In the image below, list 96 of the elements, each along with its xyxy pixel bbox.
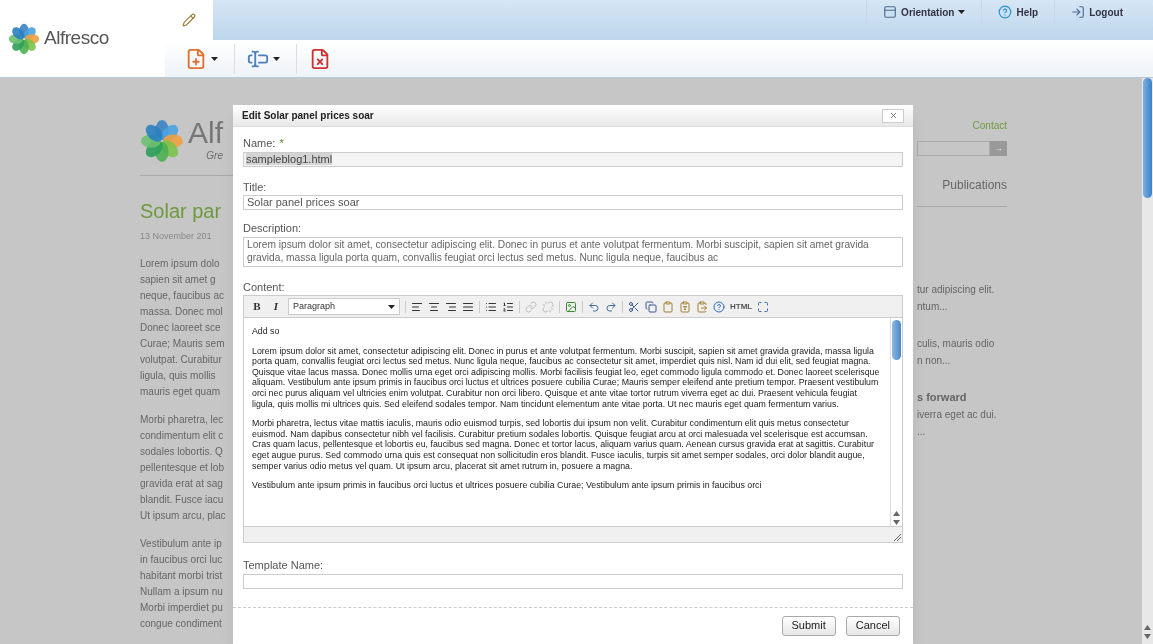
name-field[interactable]: sampleblog1.html	[243, 151, 903, 167]
post-text-line: Morbi imperdiet pu	[140, 600, 224, 615]
scrollbar[interactable]	[1142, 78, 1153, 644]
description-field[interactable]: Lorem ipsum dolor sit amet, consectetur adipiscing elit. Donec in purus et ante volutpat fermentum. Morbi suscipit, sapien sit amet gravida gravida, massa ligula porta quam, convallis feugiat orci lectus sed metus. Nunc ligula neque, faucibus ac	[243, 236, 903, 267]
caret-icon	[273, 56, 280, 61]
editor-paragraph: Vestibulum ante ipsum primis in faucibus orci luctus et ultrices posuere cubilia Curae; Vestibulum ante ipsum primis in faucibus orci	[252, 480, 763, 491]
editor-paragraph: Morbi pharetra, lectus vitae mattis iaculis, mauris odio euismod turpis, sed lobortis dui ipsum non velit. Curabitur condimentum elit quis metus consectetur euismod. Nam dapibus consectetur nibh vel facilisis. Curabitur pretium sodales lobortis. Quisque feugiat arcu at orci malesuada vel scelerisque est accumsan. Cras quam lacus, pellentesque et lobortis eu, faucibus sed magna. Donec et tortor lacus, aliquam varius quam. Aenean cursus gravida erat at sagittis. Curabitur eget augue purus. Sed commodo urna quis est consequat non sollicitudin eros blandit. Fusce iaculis, turpis sit amet semper sodales, orci dolor blandit augue, semper varius odio metus vel quam. Ut ipsum arcu, placerat sit amet rutrum in, posuere a magna.	[252, 418, 875, 472]
scrollbar-thumb[interactable]	[892, 320, 901, 360]
site-tagline: Gre	[206, 149, 223, 163]
scroll-arrows-icon[interactable]	[893, 510, 900, 526]
copy-icon[interactable]	[645, 300, 657, 313]
post-text-line: condimentum elit c	[140, 428, 225, 443]
post-text-line: Vestibulum ante ip	[140, 536, 223, 551]
help-icon[interactable]	[713, 300, 725, 313]
site-search-field[interactable]	[917, 141, 990, 156]
excerpt-text-line: culis, mauris odio	[917, 337, 996, 351]
post-text-line: Ut ipsum arcu, plac	[140, 508, 227, 523]
excerpt-text-line: s forward	[917, 390, 968, 405]
paste-word-icon[interactable]	[696, 300, 708, 313]
post-text-line: pellentesque et lob	[140, 460, 225, 475]
post-text-line: ligula, quis mollis	[140, 368, 217, 383]
post-text-line: Donec laoreet sce	[140, 320, 222, 335]
post-text-line: habitant morbi trist	[140, 568, 224, 583]
header-link[interactable]: Help	[981, 0, 1055, 24]
nav-link[interactable]: Publications	[942, 176, 1007, 194]
align-left-icon[interactable]	[411, 300, 423, 313]
new-page-icon	[185, 47, 207, 70]
cut-icon[interactable]	[628, 300, 640, 313]
italic-button[interactable]: I	[269, 298, 283, 315]
logout-icon	[1071, 5, 1086, 19]
submit-button[interactable]: Submit	[781, 615, 836, 636]
help-icon	[998, 5, 1013, 19]
post-text-line: Curae; Mauris sem	[140, 336, 226, 351]
bullet-list-icon[interactable]	[485, 300, 497, 313]
post-text-line: neque, faucibus ac	[140, 288, 225, 303]
post-text-line: mauris eget quam	[140, 384, 222, 399]
editor-paragraph: Lorem ipsum dolor sit amet, consectetur adipiscing elit. Donec in purus et ante volutpat fermentum. Morbi suscipit, sapien sit amet gravida gravida, massa ligula porta quam, convallis feugiat orci lectus sed metus. Nunc ligula neque, faucibus ac consectetur sit amet, imperdiet quis nisl. Nam id dui elit, sed feugiat magna. Quisque vitae lacus massa. Donec mollis urna eget orci adipiscing mollis. Morbi facilisis feugiat leo, eget commodo ligula commodo et. Donec laoreet scelerisque aliquam. Vestibulum ante ipsum primis in faucibus orci luctus et ultrices posuere cubilia Curae; Mauris semper eleifend ante pretium tempor. Praesent vestibulum orci nec purus aliquam vel ultricies enim volutpat. Curabitur non orci libero. Quisque et ante vitae tortor rutrum viverra eget ac dui. Praesent vehicula feugiat ligula, quis mollis mi ultrices quis. Sed eleifend sodales tempor. Nam tincidunt elementum ante vitae porta. Ut nec mauris eget quam fermentum varius.	[252, 345, 881, 410]
field-label: Description:	[243, 221, 303, 236]
scrollbar-thumb[interactable]	[1143, 78, 1152, 198]
excerpt-text-line: iverra eget ac dui.	[917, 408, 998, 422]
required-mark: *	[279, 136, 284, 151]
site-logo-text: Alf	[188, 118, 223, 148]
cancel-button[interactable]: Cancel	[845, 615, 900, 636]
field-label: Content:	[243, 279, 286, 295]
scroll-arrows-icon[interactable]	[1144, 624, 1151, 640]
caret-icon	[388, 304, 395, 309]
flower-logo-icon	[140, 118, 184, 163]
redo-icon[interactable]	[605, 300, 617, 313]
format-select[interactable]: Paragraph	[288, 298, 400, 315]
title-field[interactable]: Solar panel prices soar	[243, 195, 903, 210]
field-label: Name:	[243, 136, 276, 151]
align-center-icon[interactable]	[428, 300, 440, 313]
flower-logo-icon	[8, 22, 40, 55]
editor-scrollbar[interactable]	[890, 318, 902, 526]
caret-icon	[211, 56, 218, 61]
post-text-line: Lorem ipsum dolo	[140, 256, 221, 271]
post-text-line: Nullam a ipsum nu	[140, 584, 224, 599]
undo-icon[interactable]	[588, 300, 600, 313]
paste-text-icon[interactable]	[679, 300, 691, 313]
post-text-line: blandit. Fusce iacu	[140, 492, 225, 507]
excerpt-text-line: n non...	[917, 354, 952, 368]
close-button[interactable]	[882, 108, 904, 123]
post-text-line: Morbi pharetra, lec	[140, 412, 225, 427]
caret-icon	[958, 10, 966, 14]
image-icon[interactable]	[565, 300, 577, 313]
field-label: Template Name:	[243, 558, 325, 573]
post-text-line: volutpat. Curabitur	[140, 352, 223, 367]
editor-paragraph: Add so	[252, 326, 281, 337]
post-heading: Solar par	[140, 199, 223, 224]
dialog-title: Edit Solar panel prices soar	[242, 109, 374, 123]
template-name-field[interactable]	[243, 573, 903, 589]
header-link[interactable]: Logout	[1054, 0, 1139, 24]
numbered-list-icon[interactable]	[502, 300, 514, 313]
post-text-line: massa. Donec mol	[140, 304, 224, 319]
fullscreen-icon[interactable]	[757, 300, 770, 313]
post-date: 13 November 201	[140, 230, 213, 243]
menu-button[interactable]: Orientation	[866, 0, 982, 24]
resize-grip-icon[interactable]	[893, 533, 902, 542]
close-icon	[888, 111, 898, 120]
post-text-line: sodales lobortis. Q	[140, 444, 224, 459]
page-cancel-icon	[309, 47, 331, 70]
field-label: Title:	[243, 179, 268, 195]
post-text-line: congue condiment	[140, 616, 223, 631]
post-text-line: in faucibus orci luc	[140, 552, 224, 567]
html-button[interactable]: HTML	[730, 300, 753, 313]
excerpt-text-line: ...	[917, 425, 927, 439]
align-right-icon[interactable]	[445, 300, 457, 313]
paste-icon[interactable]	[662, 300, 674, 313]
pencil-icon	[182, 13, 196, 27]
excerpt-text-line: ntum...	[917, 300, 949, 314]
post-text-line: sapien sit amet g	[140, 272, 217, 287]
excerpt-text-line: tur adipiscing elit.	[917, 283, 996, 297]
align-justify-icon[interactable]	[462, 300, 474, 313]
logo-text: Alfresco	[44, 26, 109, 51]
bold-button[interactable]: B	[250, 298, 264, 315]
post-text-line: gravida erat at sag	[140, 476, 224, 491]
